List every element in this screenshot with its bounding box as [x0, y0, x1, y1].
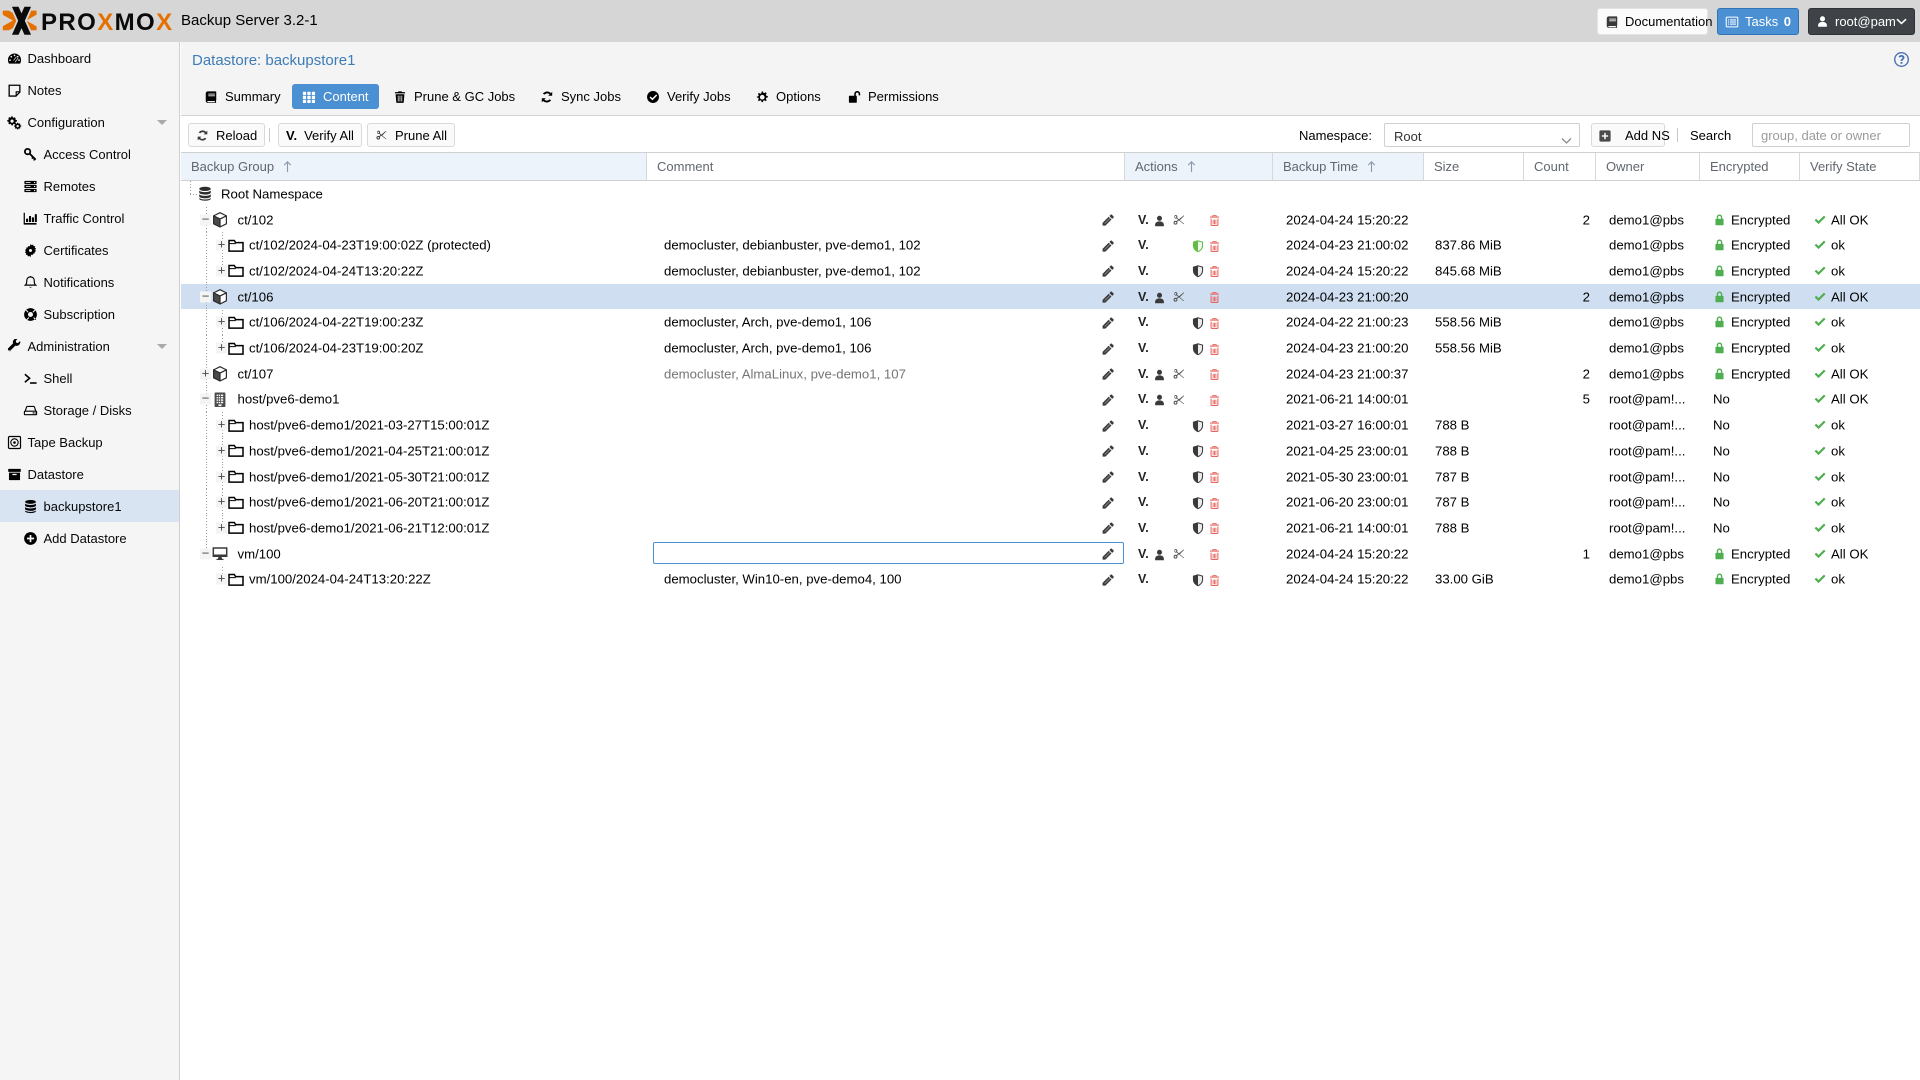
- svg-text:PROXMOX: PROXMOX: [41, 9, 174, 36]
